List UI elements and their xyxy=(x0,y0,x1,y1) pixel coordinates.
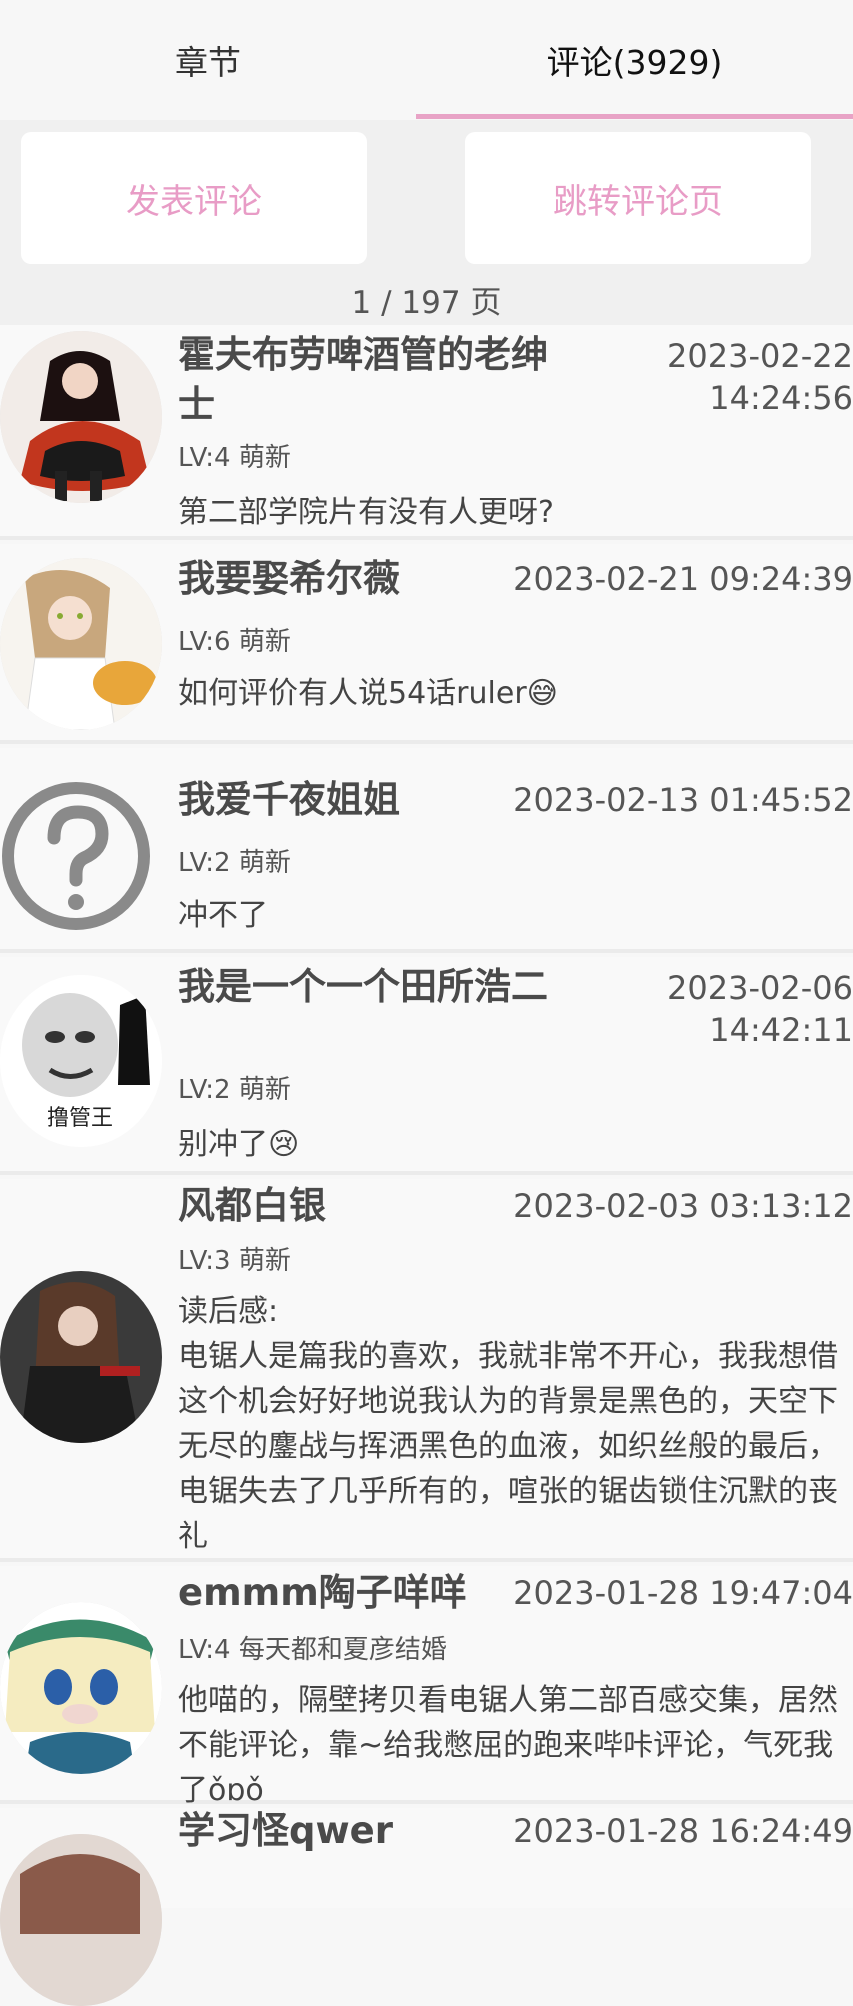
svg-text:撸管王: 撸管王 xyxy=(47,1106,113,1131)
tab-chapters[interactable]: 章节 xyxy=(0,0,416,120)
comment-item[interactable]: 风都白银 2023-02-03 03:13:12 LV:3 萌新 读后感: 电锯… xyxy=(0,1179,853,1562)
user-level: LV:2 萌新 xyxy=(178,1075,291,1105)
active-tab-indicator xyxy=(416,114,853,119)
username[interactable]: 学习怪qwer xyxy=(178,1806,393,1856)
user-level: LV:6 萌新 xyxy=(178,627,291,657)
comment-item[interactable]: 我要娶希尔薇 2023-02-21 09:24:39 LV:6 萌新 如何评价有… xyxy=(0,544,853,744)
comment-item[interactable]: 撸管王 我是一个一个田所浩二 2023-02-06 14:42:11 LV:2 … xyxy=(0,957,853,1175)
jump-to-page-button[interactable]: 跳转评论页 xyxy=(465,132,811,264)
comment-text: 冲不了 xyxy=(178,898,268,933)
question-mark-icon xyxy=(0,770,162,942)
username[interactable]: 风都白银 xyxy=(178,1181,326,1231)
comment-date: 2023-02-22 14:24:56 xyxy=(667,337,853,417)
comment-item[interactable]: emmm陶子咩咩 2023-01-28 19:47:04 LV:4 每天都和夏彦… xyxy=(0,1566,853,1808)
comment-text: 别冲了😢 xyxy=(178,1127,300,1162)
username[interactable]: emmm陶子咩咩 xyxy=(178,1568,467,1618)
username[interactable]: 我要娶希尔薇 xyxy=(178,554,400,604)
user-avatar[interactable] xyxy=(0,331,162,503)
username[interactable]: 霍夫布劳啤酒管的老绅士 xyxy=(178,330,558,430)
user-avatar[interactable] xyxy=(0,1271,162,1443)
tab-bar: 章节 评论(3929) xyxy=(0,0,853,120)
comment-item[interactable]: 霍夫布劳啤酒管的老绅士 2023-02-22 14:24:56 LV:4 萌新 … xyxy=(0,325,853,540)
user-level: LV:2 萌新 xyxy=(178,848,291,878)
comment-text: 读后感: 电锯人是篇我的喜欢，我就非常不开心，我我想借这个机会好好地说我认为的背… xyxy=(178,1294,838,1554)
comment-item[interactable]: 我爱千夜姐姐 2023-02-13 01:45:52 LV:2 萌新 冲不了 xyxy=(0,748,853,953)
comment-date: 2023-02-21 09:24:39 xyxy=(513,560,853,598)
comment-date: 2023-02-06 14:42:11 xyxy=(667,969,853,1049)
tab-comments[interactable]: 评论(3929) xyxy=(416,0,853,120)
comment-date: 2023-02-03 03:13:12 xyxy=(513,1187,853,1225)
username[interactable]: 我爱千夜姐姐 xyxy=(178,775,400,825)
comment-item[interactable]: 学习怪qwer 2023-01-28 16:24:49 xyxy=(0,1806,853,2006)
post-comment-button[interactable]: 发表评论 xyxy=(21,132,367,264)
user-level: LV:4 萌新 xyxy=(178,443,291,473)
username[interactable]: 我是一个一个田所浩二 xyxy=(178,962,558,1012)
user-avatar[interactable] xyxy=(0,558,162,730)
comment-date: 2023-02-13 01:45:52 xyxy=(513,781,853,819)
comment-text: 如何评价有人说54话ruler😅 xyxy=(178,676,558,711)
user-avatar[interactable] xyxy=(0,770,162,942)
comment-date: 2023-01-28 16:24:49 xyxy=(513,1812,853,1850)
comment-text: 第二部学院片有没有人更呀? xyxy=(178,495,554,530)
comment-date: 2023-01-28 19:47:04 xyxy=(513,1574,853,1612)
comment-text: 他喵的，隔壁拷贝看电锯人第二部百感交集，居然不能评论，靠~给我憋屈的跑来哔咔评论… xyxy=(178,1683,838,1808)
page-indicator[interactable]: 1 / 197 页 xyxy=(0,276,853,322)
user-avatar[interactable] xyxy=(0,1602,162,1774)
user-level: LV:3 萌新 xyxy=(178,1246,291,1276)
user-avatar[interactable] xyxy=(0,1834,162,2006)
user-avatar[interactable]: 撸管王 xyxy=(0,975,162,1147)
user-level: LV:4 每天都和夏彦结婚 xyxy=(178,1635,447,1665)
